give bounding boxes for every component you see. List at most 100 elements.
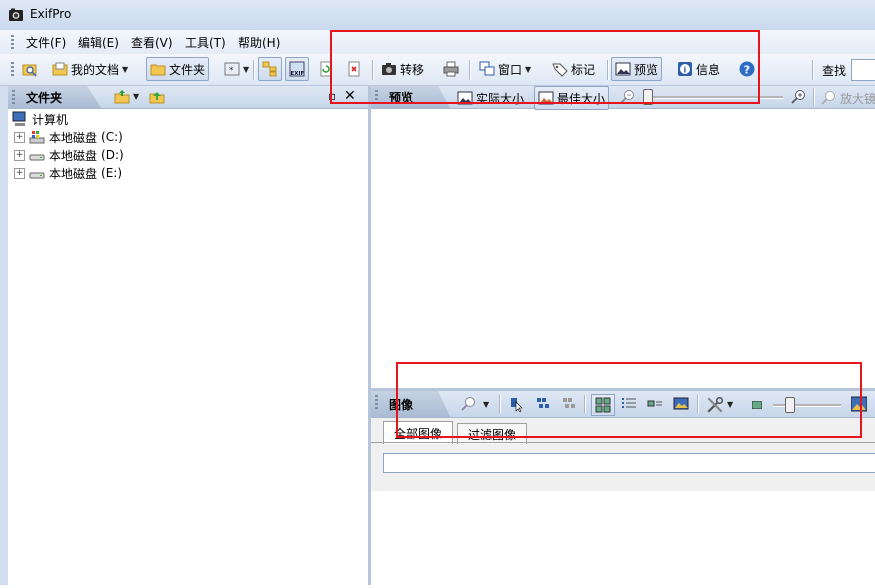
chevron-down-icon[interactable]: ▼ — [122, 65, 128, 74]
search-label: 查找 — [822, 64, 847, 78]
tag-button[interactable]: 标记 — [552, 58, 595, 80]
tab-filtered-images[interactable]: 过滤图像 — [457, 423, 528, 444]
info-label: 信息 — [696, 62, 721, 77]
expand-icon[interactable]: + — [14, 167, 25, 179]
preview-panel: 预览 实际大小 最佳大小 放大镜 — [371, 86, 875, 388]
menu-file[interactable]: 文件(F) — [26, 34, 66, 51]
tab-all-images-label: 全部图像 — [394, 426, 443, 441]
actual-size-button[interactable]: 实际大小 — [457, 87, 524, 109]
folder-icon — [150, 64, 166, 76]
preview-tab-label: 预览 — [389, 90, 414, 105]
print-button[interactable] — [443, 58, 459, 80]
window-icon — [479, 61, 495, 76]
folders-panel-header: 文件夹 ▼ ▫ ✕ — [8, 86, 368, 109]
best-size-button[interactable]: 最佳大小 — [534, 86, 610, 110]
drive-label: 本地磁盘 — [49, 148, 98, 163]
folders-tab[interactable]: 文件夹 — [8, 86, 101, 108]
magnifier-icon — [821, 91, 835, 105]
browse-button[interactable] — [22, 58, 38, 80]
details-view-icon[interactable] — [647, 396, 663, 412]
window-label: 窗口 — [498, 62, 523, 77]
actual-size-icon — [457, 91, 473, 105]
actual-size-label: 实际大小 — [476, 91, 525, 106]
ungroup-icon[interactable] — [562, 396, 578, 412]
chevron-down-icon[interactable]: ▼ — [525, 65, 531, 74]
menu-help[interactable]: 帮助(H) — [238, 34, 280, 51]
camera-app-icon — [9, 8, 23, 21]
folder-browse-icon[interactable] — [114, 89, 130, 105]
folders-tab-label: 文件夹 — [26, 90, 63, 105]
thumbnail-view-button[interactable] — [591, 394, 615, 416]
select-pointer-icon[interactable] — [509, 396, 525, 412]
system-drive-icon — [29, 131, 45, 144]
close-icon[interactable]: ✕ — [344, 88, 356, 104]
images-panel: 图像 ▼ ▼ 全部图像 过滤图像 — [371, 388, 875, 588]
tree-root-label: 计算机 — [32, 112, 69, 127]
info-icon: i — [678, 62, 692, 76]
tab-filtered-images-label: 过滤图像 — [468, 427, 517, 442]
zoom-slider-track[interactable] — [643, 96, 783, 99]
magnifier-button[interactable]: 放大镜 — [821, 87, 875, 109]
menu-view[interactable]: 查看(V) — [131, 34, 173, 51]
tools-icon[interactable] — [706, 396, 724, 414]
zoom-in-icon[interactable] — [791, 89, 807, 105]
folder-up-icon[interactable] — [149, 89, 165, 105]
refresh-button[interactable] — [318, 58, 334, 80]
filter-button[interactable]: * ▼ — [224, 58, 249, 80]
thumb-size-slider-track[interactable] — [773, 404, 841, 407]
restore-icon[interactable]: ▫ — [328, 89, 336, 103]
svg-text:?: ? — [744, 63, 750, 76]
help-button[interactable]: ? — [739, 58, 755, 80]
preview-button[interactable]: 预览 — [611, 57, 663, 81]
search-input[interactable] — [851, 59, 875, 81]
thumb-size-slider-thumb[interactable] — [785, 397, 795, 413]
chevron-down-icon[interactable]: ▼ — [133, 92, 139, 101]
camera-icon — [382, 63, 396, 75]
toolbar-separator — [697, 395, 698, 413]
preview-icon — [615, 62, 631, 76]
images-tab[interactable]: 图像 — [371, 391, 450, 417]
small-thumb-icon[interactable] — [752, 401, 762, 409]
svg-text:EXIF: EXIF — [291, 71, 305, 77]
transfer-button[interactable]: 转移 — [381, 58, 424, 80]
transfer-label: 转移 — [400, 62, 425, 77]
tree-drive-e[interactable]: + 本地磁盘 (E:) — [14, 164, 122, 182]
drive-label: 本地磁盘 — [49, 166, 98, 181]
menu-tools[interactable]: 工具(T) — [185, 34, 226, 51]
images-panel-header: 图像 ▼ ▼ — [371, 391, 875, 418]
panel-grip — [375, 395, 378, 409]
preview-tab[interactable]: 预览 — [371, 86, 450, 108]
tree-view-button[interactable] — [258, 57, 282, 81]
large-thumb-icon[interactable] — [851, 396, 867, 412]
toolbar-separator — [584, 395, 585, 413]
chevron-down-icon[interactable]: ▼ — [727, 400, 733, 409]
list-view-icon[interactable] — [621, 396, 637, 412]
drive-icon — [29, 154, 45, 161]
folders-label: 文件夹 — [169, 62, 206, 77]
zoom-slider-thumb[interactable] — [643, 89, 653, 105]
menu-grip — [11, 35, 14, 49]
my-documents-button[interactable]: 我的文档 ▼ — [52, 58, 128, 80]
tab-underline — [371, 442, 875, 443]
expand-icon[interactable]: + — [14, 149, 25, 161]
window-button[interactable]: 窗口 ▼ — [479, 58, 531, 80]
filter-input[interactable] — [383, 453, 875, 473]
tab-all-images[interactable]: 全部图像 — [383, 421, 454, 444]
toolbar-separator — [372, 60, 373, 80]
tree-root-computer[interactable]: 计算机 — [12, 110, 68, 128]
chevron-down-icon[interactable]: ▼ — [483, 400, 489, 409]
image-list-area[interactable] — [371, 491, 875, 588]
menu-edit[interactable]: 编辑(E) — [78, 34, 119, 51]
preview-strip-icon[interactable] — [673, 396, 689, 412]
delete-button[interactable] — [346, 58, 362, 80]
exif-button[interactable]: EXIF — [285, 57, 309, 81]
chevron-down-icon[interactable]: ▼ — [243, 65, 249, 74]
tree-drive-d[interactable]: + 本地磁盘 (D:) — [14, 146, 124, 164]
folders-toggle-button[interactable]: 文件夹 — [146, 57, 210, 81]
search-icon[interactable] — [461, 396, 477, 412]
info-button[interactable]: i 信息 — [677, 58, 720, 80]
expand-icon[interactable]: + — [14, 131, 25, 143]
group-icon[interactable] — [536, 396, 552, 412]
tree-drive-c[interactable]: + 本地磁盘 (C:) — [14, 128, 123, 146]
zoom-out-icon[interactable] — [620, 89, 636, 105]
